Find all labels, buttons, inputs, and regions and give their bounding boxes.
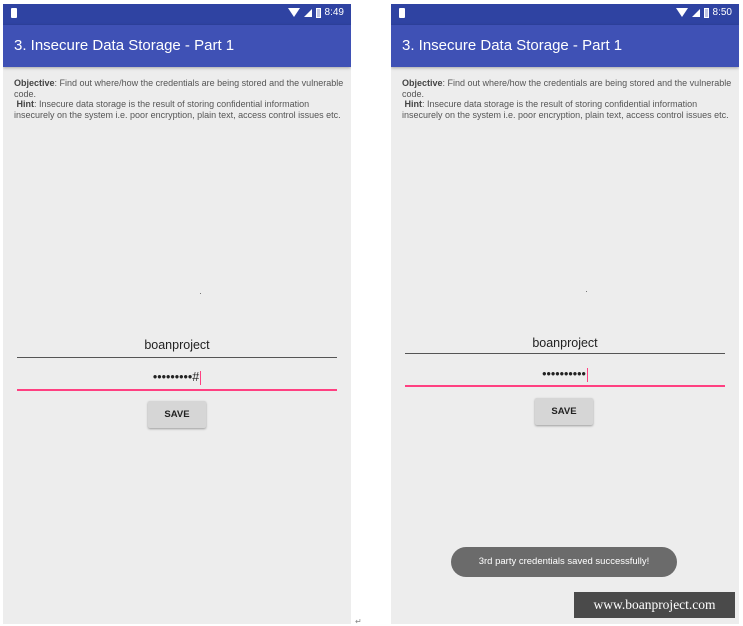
status-bar: 8:50	[391, 4, 739, 25]
objective-label: Objective	[402, 78, 443, 88]
hint-label: Hint	[16, 99, 35, 109]
password-underline	[405, 385, 725, 387]
wifi-icon	[675, 8, 688, 17]
text-cursor	[586, 367, 588, 382]
watermark: www.boanproject.com	[574, 592, 735, 618]
password-underline	[17, 389, 337, 391]
username-value: boanproject	[144, 338, 210, 352]
app-title: 3. Insecure Data Storage - Part 1	[3, 25, 351, 67]
status-time: 8:50	[712, 7, 732, 18]
sim-icon	[399, 8, 405, 18]
app-title: 3. Insecure Data Storage - Part 1	[391, 25, 739, 67]
wifi-icon	[287, 8, 300, 17]
hint-text: : Insecure data storage is the result of…	[402, 99, 729, 120]
save-button[interactable]: SAVE	[535, 398, 593, 425]
objective-label: Objective	[14, 78, 55, 88]
password-field[interactable]: ••••••••••	[405, 367, 725, 388]
screen-right: 8:50 3. Insecure Data Storage - Part 1 O…	[391, 4, 739, 624]
save-button[interactable]: SAVE	[148, 401, 206, 428]
hint-text: : Insecure data storage is the result of…	[14, 99, 341, 120]
sim-icon	[11, 8, 17, 18]
signal-icon	[303, 8, 312, 17]
status-bar: 8:49	[3, 4, 351, 25]
screen-left: 8:49 3. Insecure Data Storage - Part 1 O…	[3, 4, 351, 624]
toast-message: 3rd party credentials saved successfully…	[451, 547, 677, 577]
password-value: •••••••••#	[152, 370, 200, 384]
hint-label: Hint	[404, 99, 423, 109]
password-field[interactable]: •••••••••#	[17, 370, 337, 391]
username-value: boanproject	[532, 336, 598, 350]
status-time: 8:49	[324, 7, 344, 18]
username-field[interactable]: boanproject	[17, 338, 337, 358]
battery-icon	[703, 7, 709, 18]
battery-icon	[315, 7, 321, 18]
dot-artifact	[200, 293, 201, 294]
username-field[interactable]: boanproject	[405, 336, 725, 356]
signal-icon	[691, 8, 700, 17]
dot-artifact	[586, 291, 587, 292]
objective-text: : Find out where/how the credentials are…	[14, 78, 344, 99]
password-value: ••••••••••	[542, 367, 586, 381]
text-cursor	[200, 370, 202, 385]
username-underline	[17, 357, 337, 358]
description-text: Objective: Find out where/how the creden…	[14, 78, 344, 120]
description-text: Objective: Find out where/how the creden…	[402, 78, 732, 120]
objective-text: : Find out where/how the credentials are…	[402, 78, 732, 99]
return-glyph: ↵	[355, 617, 362, 626]
username-underline	[405, 353, 725, 354]
